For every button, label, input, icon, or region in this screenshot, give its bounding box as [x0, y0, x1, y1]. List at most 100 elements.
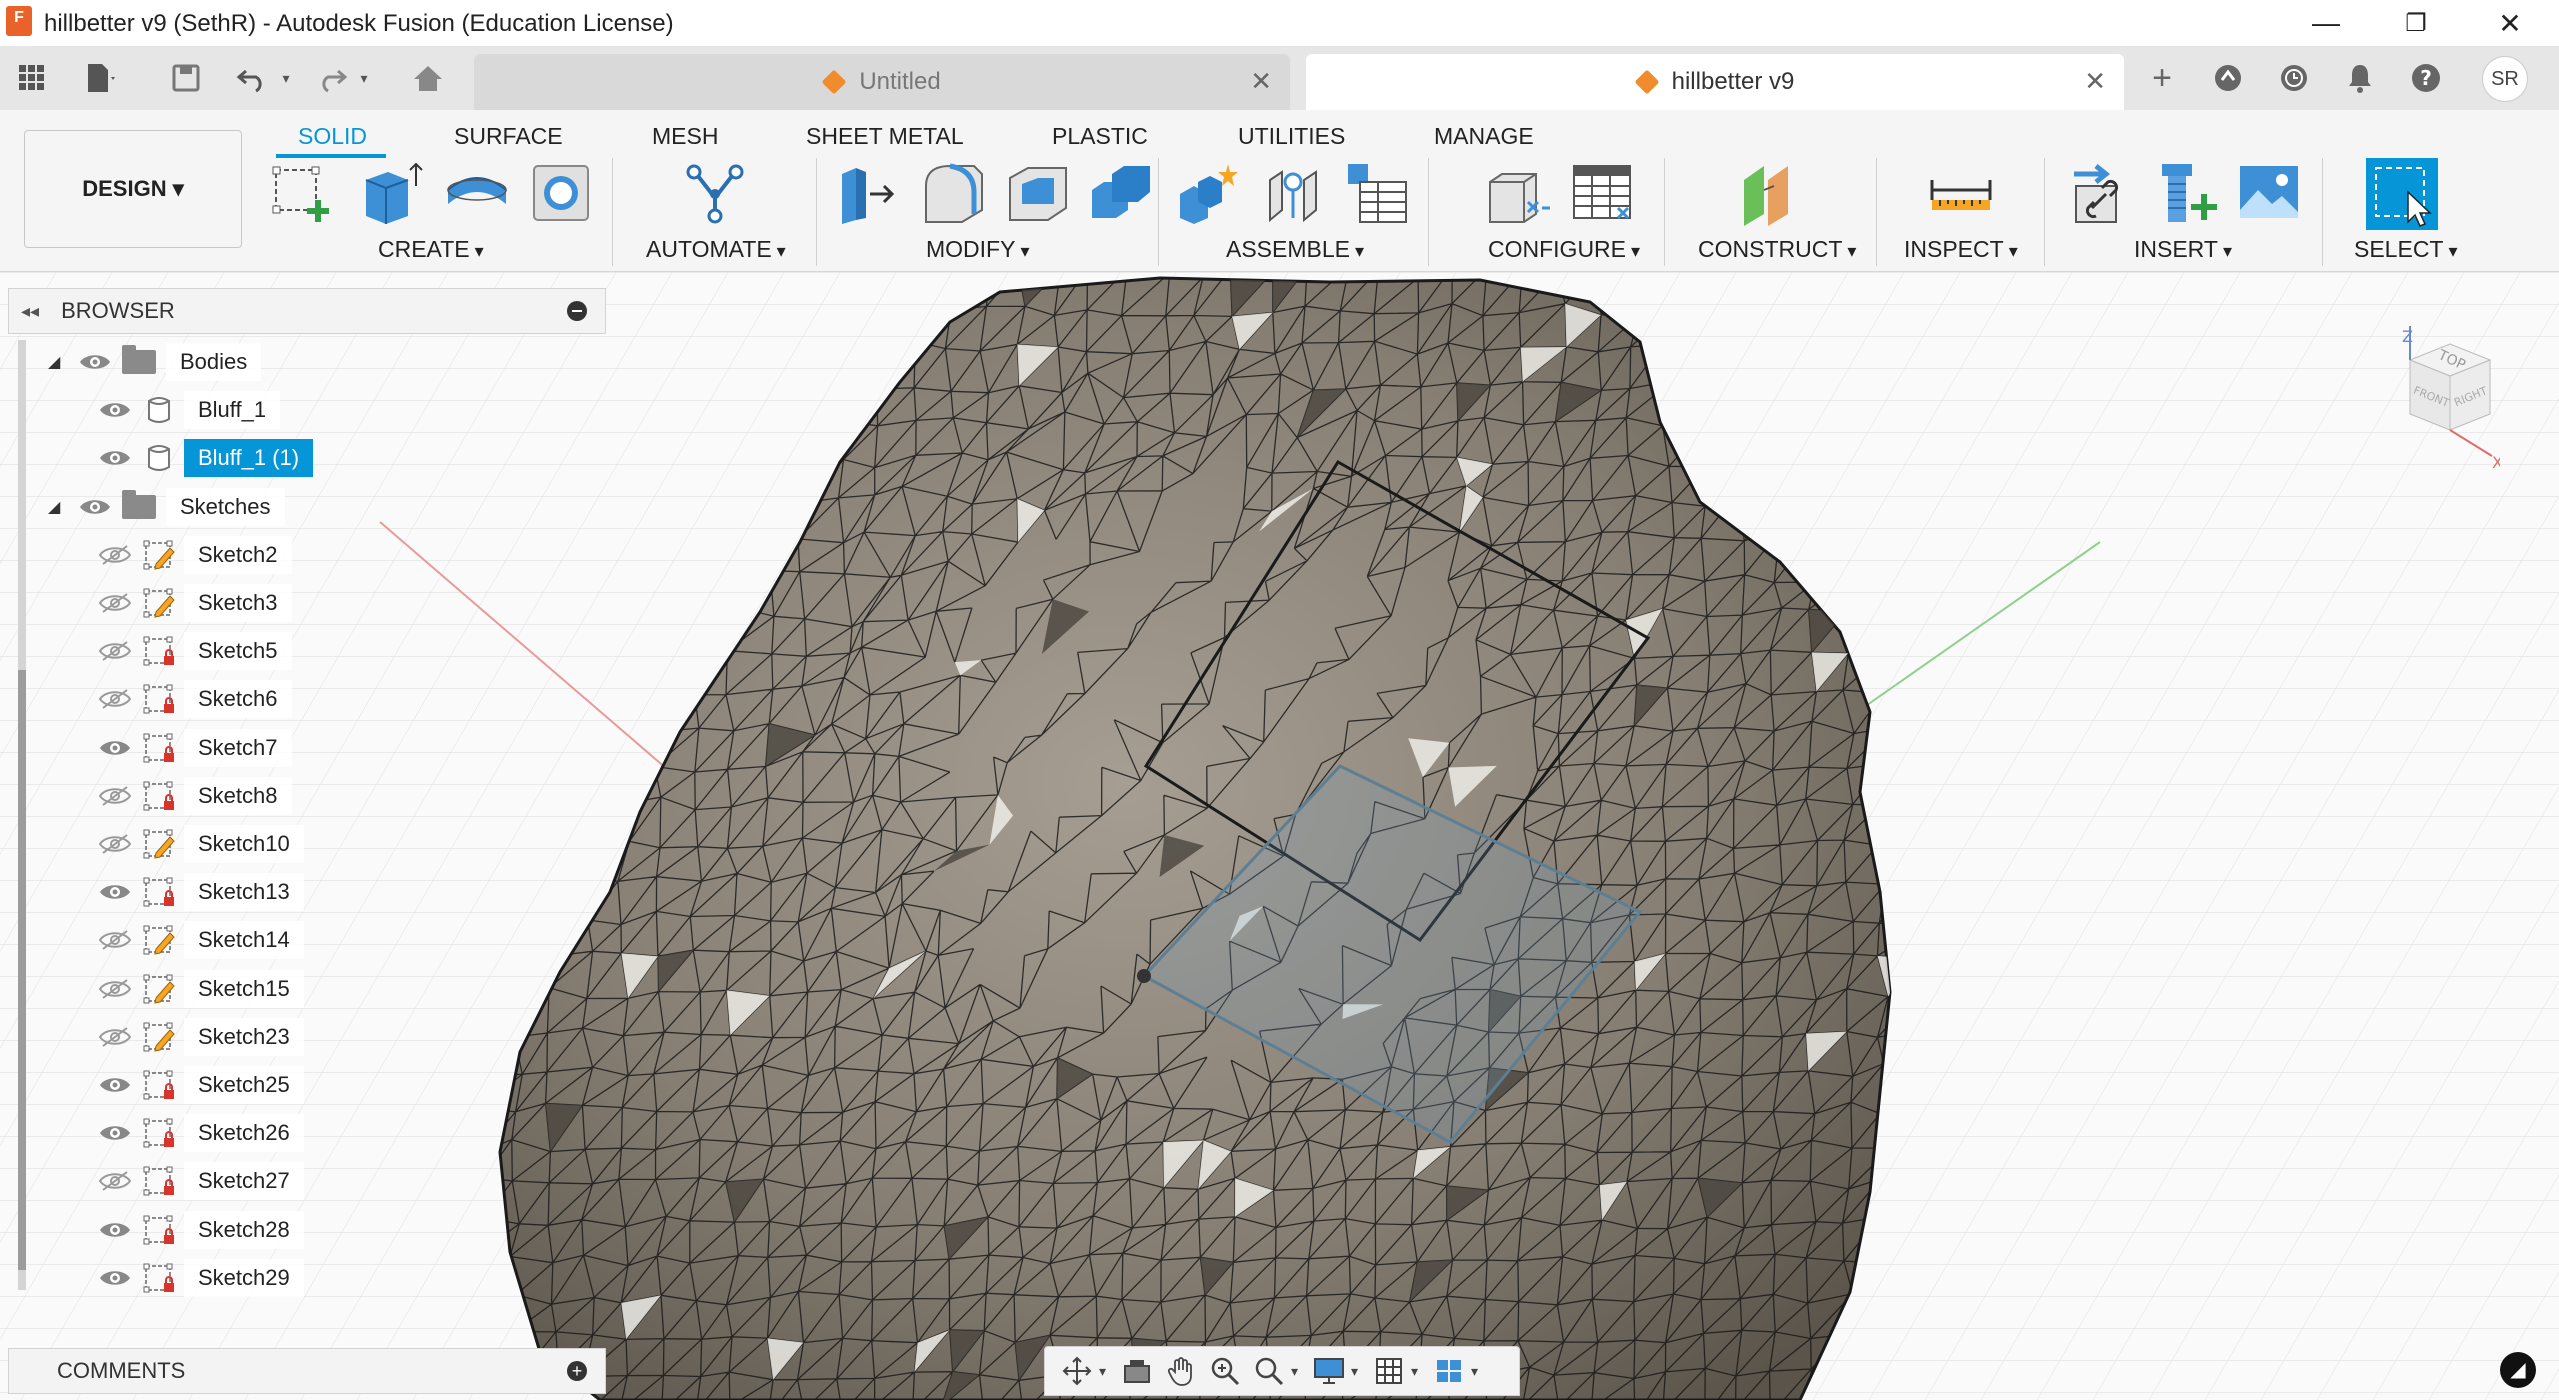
fillet-icon[interactable]: [920, 160, 986, 226]
browser-item-bluff-1[interactable]: Bluff_1: [98, 390, 281, 430]
redo-dropdown-icon[interactable]: ▾: [346, 60, 382, 96]
comments-panel[interactable]: COMMENTS +: [8, 1348, 606, 1394]
redo-icon[interactable]: [312, 60, 348, 96]
ribbon-tab-sheet-metal[interactable]: SHEET METAL: [806, 118, 964, 154]
extensions-icon[interactable]: [2210, 60, 2246, 96]
viewports-icon[interactable]: [1427, 1351, 1471, 1391]
visibility-eye-icon[interactable]: [98, 833, 132, 855]
ribbon-tab-mesh[interactable]: MESH: [652, 118, 718, 154]
browser-item-sketch2[interactable]: Sketch2: [98, 535, 292, 575]
ribbon-tab-utilities[interactable]: UTILITIES: [1238, 118, 1345, 154]
insert-derive-icon[interactable]: [2066, 160, 2132, 226]
minimize-browser-icon[interactable]: [567, 301, 587, 321]
create-sketch-icon[interactable]: [270, 160, 336, 226]
browser-item-sketch8[interactable]: Sketch8: [98, 776, 292, 816]
visibility-eye-icon[interactable]: [98, 1026, 132, 1048]
automate-icon[interactable]: [682, 160, 748, 226]
visibility-eye-icon[interactable]: [98, 447, 132, 469]
browser-item-sketch3[interactable]: Sketch3: [98, 583, 292, 623]
revolve-icon[interactable]: [444, 160, 510, 226]
minimize-button[interactable]: —: [2296, 4, 2356, 42]
expand-triangle-icon[interactable]: ◢: [48, 352, 78, 372]
insert-mcmaster-icon[interactable]: [2152, 160, 2218, 226]
inspect-menu[interactable]: INSPECT: [1904, 236, 2018, 263]
bill-of-materials-icon[interactable]: [1344, 160, 1410, 226]
extrude-icon[interactable]: [358, 160, 424, 226]
undo-icon[interactable]: [236, 60, 272, 96]
collapse-panel-icon[interactable]: ◂◂: [21, 301, 39, 322]
browser-item-bluff-1-1[interactable]: Bluff_1 (1): [98, 438, 314, 478]
configure-menu[interactable]: CONFIGURE: [1488, 236, 1640, 263]
new-tab-icon[interactable]: +: [2144, 59, 2180, 97]
configuration-table-icon[interactable]: [1570, 160, 1636, 226]
visibility-eye-icon[interactable]: [98, 929, 132, 951]
press-pull-icon[interactable]: [836, 160, 902, 226]
measure-icon[interactable]: [1928, 160, 1994, 226]
grid-settings-icon[interactable]: [1367, 1351, 1411, 1391]
display-dropdown-icon[interactable]: ▾: [1351, 1363, 1367, 1380]
insert-menu[interactable]: INSERT: [2134, 236, 2232, 263]
browser-header[interactable]: ◂◂ BROWSER: [8, 288, 606, 334]
close-window-button[interactable]: ✕: [2480, 4, 2540, 42]
close-tab-icon[interactable]: ✕: [1250, 66, 1272, 97]
visibility-eye-icon[interactable]: [98, 737, 132, 759]
offset-plane-icon[interactable]: [1740, 160, 1806, 226]
home-icon[interactable]: [410, 60, 446, 96]
joint-icon[interactable]: [1260, 160, 1326, 226]
zoom-dropdown-icon[interactable]: ▾: [1291, 1363, 1307, 1380]
job-status-icon[interactable]: [2276, 60, 2312, 96]
browser-item-sketch13[interactable]: Sketch13: [98, 872, 304, 912]
tab-untitled[interactable]: Untitled ✕: [474, 54, 1290, 110]
create-menu[interactable]: CREATE: [378, 236, 484, 263]
ribbon-tab-surface[interactable]: SURFACE: [454, 118, 563, 154]
browser-scrollbar[interactable]: [18, 340, 26, 1290]
display-performance-icon[interactable]: ◢: [2500, 1352, 2536, 1388]
ribbon-tab-manage[interactable]: MANAGE: [1434, 118, 1534, 154]
browser-item-sketch27[interactable]: Sketch27: [98, 1161, 304, 1201]
tab-hillbetter[interactable]: hillbetter v9 ✕: [1306, 54, 2124, 110]
browser-item-sketch14[interactable]: Sketch14: [98, 920, 304, 960]
viewports-dropdown-icon[interactable]: ▾: [1471, 1363, 1487, 1380]
visibility-eye-icon[interactable]: [98, 592, 132, 614]
close-tab-icon[interactable]: ✕: [2084, 66, 2106, 97]
select-menu[interactable]: SELECT: [2354, 236, 2458, 263]
browser-item-sketch26[interactable]: Sketch26: [98, 1113, 304, 1153]
visibility-eye-icon[interactable]: [98, 640, 132, 662]
file-menu-icon[interactable]: [82, 60, 118, 96]
workspace-switcher-button[interactable]: DESIGN ▾: [24, 130, 242, 248]
viewcube[interactable]: TOP FRONT RIGHT Z X: [2380, 320, 2500, 470]
pan-hand-icon[interactable]: [1159, 1351, 1203, 1391]
orbit-icon[interactable]: [1055, 1351, 1099, 1391]
notifications-bell-icon[interactable]: [2342, 60, 2378, 96]
visibility-eye-icon[interactable]: [98, 881, 132, 903]
visibility-eye-icon[interactable]: [98, 1170, 132, 1192]
user-avatar[interactable]: SR: [2482, 56, 2528, 102]
visibility-eye-icon[interactable]: [78, 351, 112, 373]
fit-zoom-icon[interactable]: [1247, 1351, 1291, 1391]
browser-item-sketch7[interactable]: Sketch7: [98, 728, 292, 768]
shell-icon[interactable]: [1004, 160, 1070, 226]
modify-menu[interactable]: MODIFY: [926, 236, 1030, 263]
browser-folder-sketches[interactable]: ◢ Sketches: [48, 487, 285, 527]
visibility-eye-icon[interactable]: [98, 399, 132, 421]
browser-item-sketch25[interactable]: Sketch25: [98, 1065, 304, 1105]
visibility-eye-icon[interactable]: [98, 544, 132, 566]
look-at-icon[interactable]: [1115, 1351, 1159, 1391]
browser-item-sketch5[interactable]: Sketch5: [98, 631, 292, 671]
browser-item-sketch15[interactable]: Sketch15: [98, 969, 304, 1009]
undo-dropdown-icon[interactable]: ▾: [268, 60, 304, 96]
new-component-icon[interactable]: [1176, 160, 1242, 226]
browser-item-sketch28[interactable]: Sketch28: [98, 1210, 304, 1250]
automate-menu[interactable]: AUTOMATE: [646, 236, 786, 263]
ribbon-tab-solid[interactable]: SOLID: [298, 118, 367, 154]
visibility-eye-icon[interactable]: [98, 1122, 132, 1144]
zoom-icon[interactable]: [1203, 1351, 1247, 1391]
expand-triangle-icon[interactable]: ◢: [48, 497, 78, 517]
visibility-eye-icon[interactable]: [78, 496, 112, 518]
maximize-button[interactable]: ❐: [2386, 4, 2446, 42]
browser-item-sketch10[interactable]: Sketch10: [98, 824, 304, 864]
ribbon-tab-plastic[interactable]: PLASTIC: [1052, 118, 1148, 154]
visibility-eye-icon[interactable]: [98, 785, 132, 807]
browser-item-sketch23[interactable]: Sketch23: [98, 1017, 304, 1057]
help-icon[interactable]: ?: [2408, 60, 2444, 96]
